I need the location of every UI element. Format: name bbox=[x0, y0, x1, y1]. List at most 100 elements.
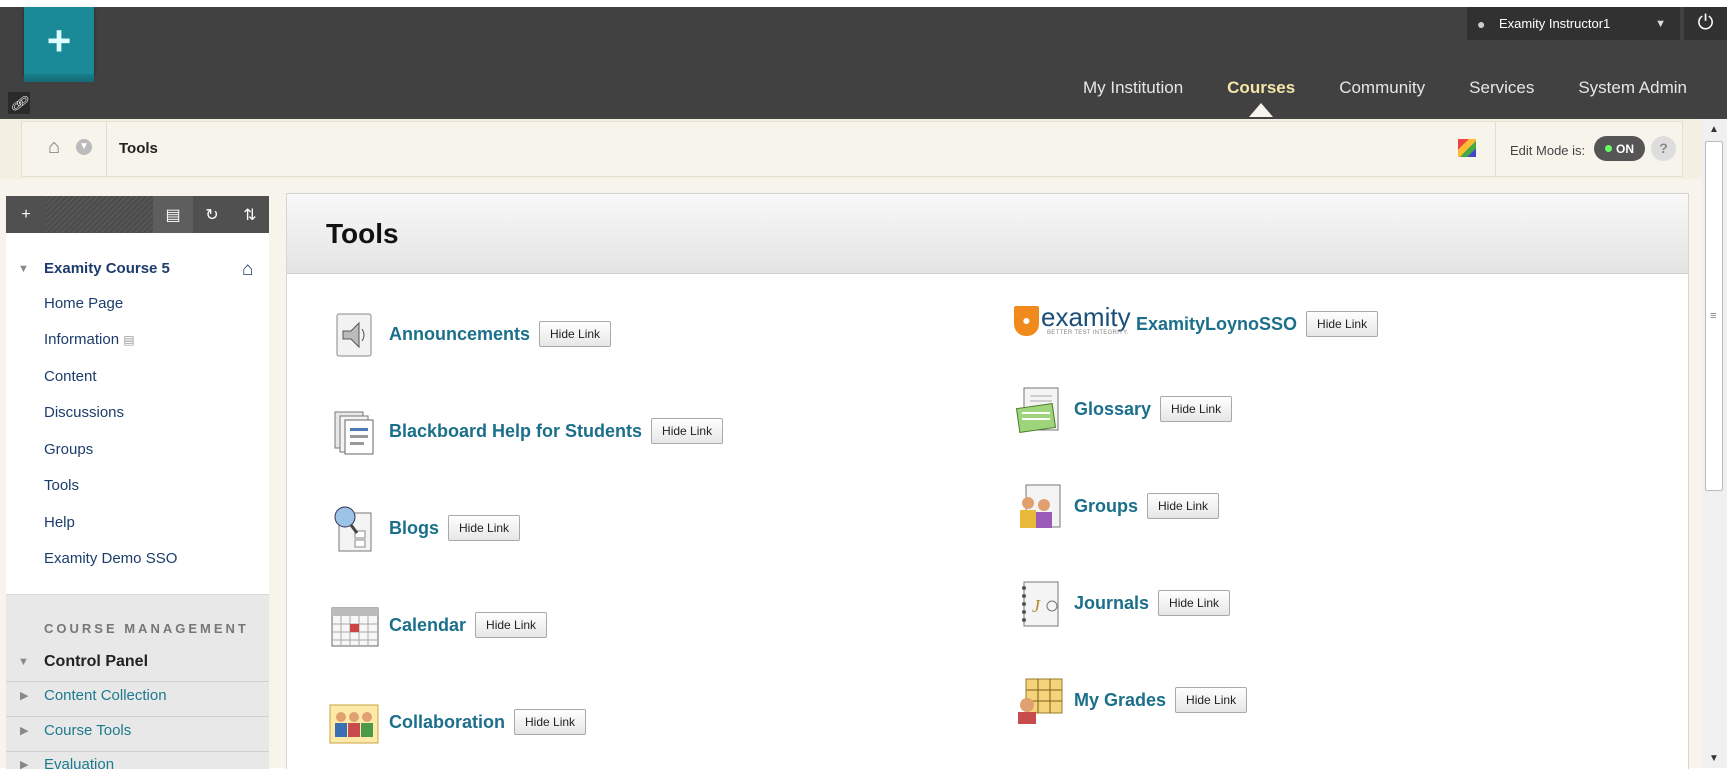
divider bbox=[6, 716, 269, 717]
tool-link-groups[interactable]: Groups bbox=[1074, 496, 1138, 517]
tab-courses[interactable]: Courses bbox=[1227, 78, 1295, 117]
sort-icon: ⇅ bbox=[243, 206, 257, 224]
course-title[interactable]: Examity Course 5 bbox=[44, 260, 170, 277]
tool-row: Glossary Hide Link bbox=[1014, 384, 1233, 434]
edit-mode-toggle[interactable]: ON bbox=[1594, 136, 1645, 161]
help-icon[interactable]: ? bbox=[1651, 136, 1676, 161]
top-header: + 🔗︎ ● Examity Instructor1 ▼ ⏻ My Instit… bbox=[0, 0, 1727, 119]
collapse-icon[interactable]: ▼ bbox=[18, 263, 29, 275]
logo-ribbon bbox=[24, 74, 94, 82]
hide-link-button[interactable]: Hide Link bbox=[1175, 687, 1248, 713]
tool-link-announcements[interactable]: Announcements bbox=[389, 324, 530, 345]
power-icon[interactable]: ⏻ bbox=[1684, 7, 1727, 40]
help-documents-icon bbox=[329, 406, 379, 456]
page-title: Tools bbox=[326, 218, 399, 249]
scroll-up-icon[interactable]: ▲ bbox=[1709, 124, 1719, 135]
grades-icon bbox=[1014, 675, 1064, 725]
control-panel-heading[interactable]: Control Panel bbox=[44, 653, 148, 671]
tools-header: Tools bbox=[287, 194, 1688, 274]
glossary-icon bbox=[1014, 384, 1064, 434]
hide-link-button[interactable]: Hide Link bbox=[514, 709, 587, 735]
examity-logo-tagline: BETTER TEST INTEGRITY. bbox=[1047, 330, 1129, 336]
course-management-label: COURSE MANAGEMENT bbox=[44, 621, 249, 636]
reorder-button[interactable]: ⇅ bbox=[231, 196, 269, 233]
tab-system-admin[interactable]: System Admin bbox=[1578, 78, 1687, 98]
add-icon: + bbox=[46, 16, 72, 64]
hide-link-button[interactable]: Hide Link bbox=[475, 612, 548, 638]
tool-row: My Grades Hide Link bbox=[1014, 675, 1248, 725]
status-dot bbox=[1605, 145, 1612, 152]
course-management-panel: COURSE MANAGEMENT ▼ Control Panel ▶ Cont… bbox=[6, 594, 269, 773]
folder-view-button[interactable]: ▤ bbox=[153, 196, 193, 233]
tools-panel: Tools Announcements Hide Link Blackboard… bbox=[286, 193, 1689, 769]
lock-icon: ● bbox=[1014, 306, 1039, 336]
home-icon[interactable]: ⌂ bbox=[242, 259, 253, 281]
sidebar-item-help[interactable]: Help bbox=[44, 514, 75, 531]
divider bbox=[106, 122, 107, 176]
tool-link-my-grades[interactable]: My Grades bbox=[1074, 690, 1166, 711]
theme-palette-icon[interactable] bbox=[1458, 139, 1476, 157]
tab-my-institution[interactable]: My Institution bbox=[1083, 78, 1183, 98]
breadcrumb-bar: ⌂ ▼ Tools Edit Mode is: ON ? bbox=[0, 119, 1702, 179]
scroll-down-icon[interactable]: ▼ bbox=[1709, 753, 1719, 764]
chevron-down-icon[interactable]: ▼ bbox=[1655, 18, 1666, 30]
hide-link-button[interactable]: Hide Link bbox=[1306, 311, 1379, 337]
sidebar-item-home-page[interactable]: Home Page bbox=[44, 295, 123, 312]
tool-link-journals[interactable]: Journals bbox=[1074, 593, 1149, 614]
user-menu[interactable]: ● Examity Instructor1 ▼ bbox=[1467, 7, 1680, 40]
home-icon[interactable]: ⌂ bbox=[48, 136, 60, 159]
examity-logo: ● examity BETTER TEST INTEGRITY. bbox=[1014, 304, 1132, 342]
control-panel-course-tools[interactable]: Course Tools bbox=[44, 722, 131, 739]
tab-services[interactable]: Services bbox=[1469, 78, 1534, 98]
add-menu-item-button[interactable]: + bbox=[6, 196, 46, 233]
course-menu: ▼ Examity Course 5 ⌂ Home Page Informati… bbox=[6, 233, 269, 773]
collaboration-people-icon bbox=[329, 697, 379, 747]
sidebar-item-content[interactable]: Content bbox=[44, 368, 97, 385]
tool-row: Announcements Hide Link bbox=[329, 309, 612, 359]
tool-row: Blogs Hide Link bbox=[329, 503, 521, 553]
tool-row: Calendar Hide Link bbox=[329, 600, 548, 650]
tool-link-glossary[interactable]: Glossary bbox=[1074, 399, 1151, 420]
breadcrumb: ⌂ ▼ Tools Edit Mode is: ON ? bbox=[21, 121, 1683, 177]
sidebar-item-discussions[interactable]: Discussions bbox=[44, 404, 124, 421]
tool-link-blackboard-help[interactable]: Blackboard Help for Students bbox=[389, 421, 642, 442]
edit-mode-state: ON bbox=[1616, 141, 1634, 156]
tool-row: Collaboration Hide Link bbox=[329, 697, 587, 747]
divider bbox=[6, 681, 269, 682]
tool-link-calendar[interactable]: Calendar bbox=[389, 615, 466, 636]
add-menu-logo[interactable]: + bbox=[24, 7, 94, 74]
top-strip bbox=[0, 0, 1727, 7]
hide-link-button[interactable]: Hide Link bbox=[448, 515, 521, 541]
collapse-icon[interactable]: ▼ bbox=[18, 656, 29, 668]
toolbar-spacer bbox=[46, 196, 153, 233]
hide-link-button[interactable]: Hide Link bbox=[1158, 590, 1231, 616]
tab-community[interactable]: Community bbox=[1339, 78, 1425, 98]
tool-link-examityloynosso[interactable]: ExamityLoynoSSO bbox=[1136, 314, 1297, 335]
control-panel-evaluation[interactable]: Evaluation bbox=[44, 756, 114, 773]
hide-link-button[interactable]: Hide Link bbox=[1160, 396, 1233, 422]
blog-magnifier-icon bbox=[329, 503, 379, 553]
divider bbox=[6, 751, 269, 752]
sidebar-item-examity-demo-sso[interactable]: Examity Demo SSO bbox=[44, 550, 177, 567]
expand-icon[interactable]: ▶ bbox=[20, 724, 28, 737]
expand-icon[interactable]: ▶ bbox=[20, 758, 28, 771]
main-tabs: My Institution Courses Community Service… bbox=[1039, 78, 1687, 117]
chevron-down-icon[interactable]: ▼ bbox=[76, 139, 92, 155]
sidebar-item-groups[interactable]: Groups bbox=[44, 441, 93, 458]
menu-icon: ▤ bbox=[123, 333, 135, 347]
expand-icon[interactable]: ▶ bbox=[20, 689, 28, 702]
add-icon: + bbox=[21, 205, 31, 223]
hide-link-button[interactable]: Hide Link bbox=[1147, 493, 1220, 519]
link-icon[interactable]: 🔗︎ bbox=[8, 92, 30, 114]
refresh-button[interactable]: ↻ bbox=[193, 196, 231, 233]
tool-link-collaboration[interactable]: Collaboration bbox=[389, 712, 505, 733]
sidebar-item-tools[interactable]: Tools bbox=[44, 477, 79, 494]
control-panel-content-collection[interactable]: Content Collection bbox=[44, 687, 167, 704]
calendar-icon bbox=[329, 600, 379, 650]
sidebar-item-information[interactable]: Information ▤ bbox=[44, 331, 135, 348]
course-menu-toolbar: + ▤ ↻ ⇅ bbox=[6, 196, 269, 233]
tool-link-blogs[interactable]: Blogs bbox=[389, 518, 439, 539]
hide-link-button[interactable]: Hide Link bbox=[651, 418, 724, 444]
hide-link-button[interactable]: Hide Link bbox=[539, 321, 612, 347]
user-icon: ● bbox=[1477, 15, 1486, 32]
